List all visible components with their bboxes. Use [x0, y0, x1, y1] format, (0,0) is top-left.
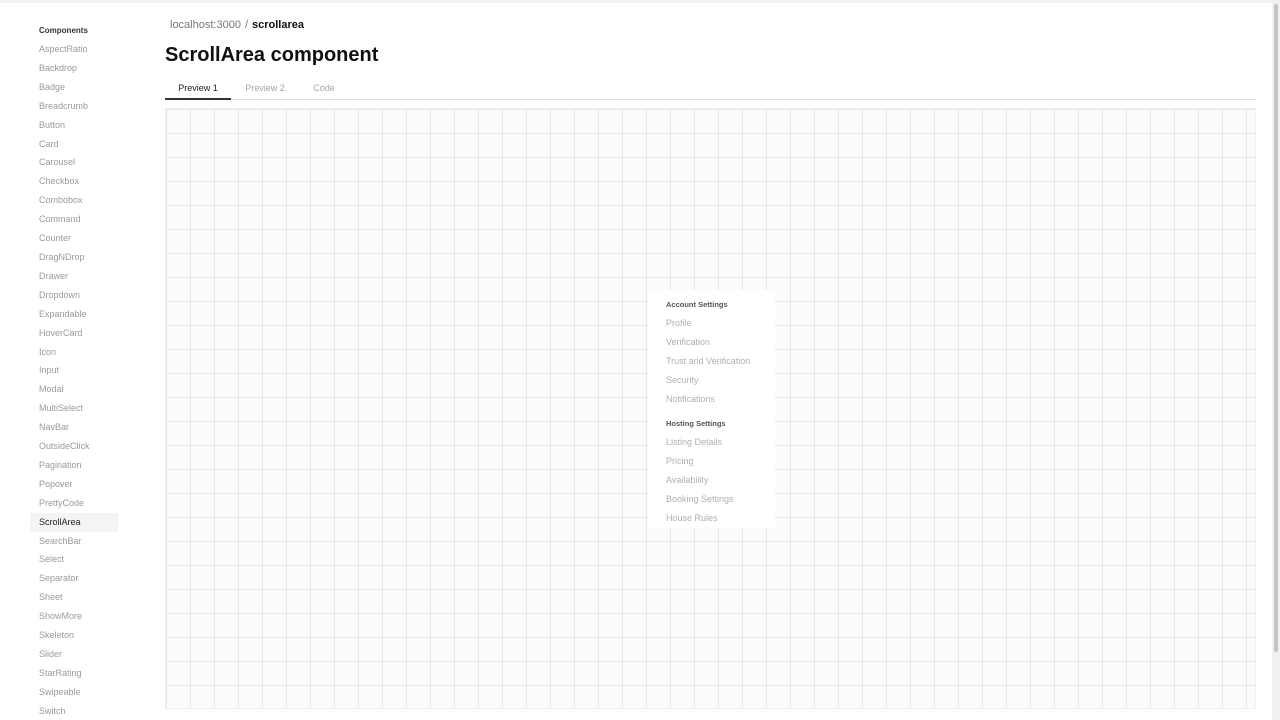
- sidebar-item-modal[interactable]: Modal: [30, 380, 118, 399]
- sidebar-item-icon[interactable]: Icon: [30, 343, 118, 362]
- sidebar-item-slider[interactable]: Slider: [30, 645, 118, 664]
- sidebar-item-separator[interactable]: Separator: [30, 569, 118, 588]
- sidebar-item-navbar[interactable]: NavBar: [30, 418, 118, 437]
- page-scrollbar[interactable]: [1272, 0, 1280, 720]
- menu-item-verification[interactable]: Verification: [648, 333, 775, 352]
- sidebar-item-checkbox[interactable]: Checkbox: [30, 172, 118, 191]
- sidebar-item-prettycode[interactable]: PrettyCode: [30, 494, 118, 513]
- sidebar-item-aspectratio[interactable]: AspectRatio: [30, 40, 118, 59]
- sidebar-item-showmore[interactable]: ShowMore: [30, 607, 118, 626]
- sidebar-item-hovercard[interactable]: HoverCard: [30, 324, 118, 343]
- breadcrumb-root[interactable]: localhost:3000: [170, 19, 241, 31]
- tab-preview-1[interactable]: Preview 1: [165, 80, 231, 100]
- menu-item-notifications[interactable]: Notifications: [648, 390, 775, 409]
- sidebar: Components AspectRatio Backdrop Badge Bread…: [30, 22, 118, 720]
- sidebar-item-swipeable[interactable]: Swipeable: [30, 683, 118, 702]
- sidebar-item-dropdown[interactable]: Dropdown: [30, 286, 118, 305]
- sidebar-item-counter[interactable]: Counter: [30, 229, 118, 248]
- sidebar-item-drawer[interactable]: Drawer: [30, 267, 118, 286]
- sidebar-item-searchbar[interactable]: SearchBar: [30, 532, 118, 551]
- page-title: ScrollArea component: [165, 44, 379, 66]
- sidebar-item-starrating[interactable]: StarRating: [30, 664, 118, 683]
- menu-item-security[interactable]: Security: [648, 371, 775, 390]
- sidebar-item-popover[interactable]: Popover: [30, 475, 118, 494]
- menu-item-pricing[interactable]: Pricing: [648, 452, 775, 471]
- breadcrumb-separator: /: [244, 19, 249, 31]
- sidebar-item-scrollarea[interactable]: ScrollArea: [30, 512, 118, 532]
- sidebar-item-command[interactable]: Command: [30, 210, 118, 229]
- sidebar-item-expandable[interactable]: Expandable: [30, 305, 118, 324]
- sidebar-item-select[interactable]: Select: [30, 550, 118, 569]
- sidebar-item-card[interactable]: Card: [30, 135, 118, 154]
- menu-item-listing-details[interactable]: Listing Details: [648, 433, 775, 452]
- scroll-area[interactable]: Account Settings Profile Verification Tr…: [648, 290, 775, 528]
- tab-bar: Preview 1 Preview 2 Code: [165, 80, 1256, 100]
- sidebar-item-backdrop[interactable]: Backdrop: [30, 59, 118, 78]
- sidebar-item-carousel[interactable]: Carousel: [30, 153, 118, 172]
- sidebar-item-switch[interactable]: Switch: [30, 702, 118, 720]
- sidebar-item-multiselect[interactable]: MultiSelect: [30, 399, 118, 418]
- sidebar-item-breadcrumb[interactable]: Breadcrumb: [30, 97, 118, 116]
- page-scrollbar-thumb[interactable]: [1274, 4, 1278, 652]
- group-heading-account-settings: Account Settings: [666, 300, 728, 309]
- sidebar-item-button[interactable]: Button: [30, 116, 118, 135]
- sidebar-item-skeleton[interactable]: Skeleton: [30, 626, 118, 645]
- sidebar-item-sheet[interactable]: Sheet: [30, 588, 118, 607]
- menu-item-booking-settings[interactable]: Booking Settings: [648, 490, 775, 509]
- sidebar-item-dragndrop[interactable]: DragNDrop: [30, 248, 118, 267]
- sidebar-list: AspectRatio Backdrop Badge Breadcrumb Button…: [30, 40, 118, 720]
- top-border: [0, 0, 1280, 3]
- breadcrumb-current: scrollarea: [252, 19, 304, 31]
- menu-item-availability[interactable]: Availability: [648, 471, 775, 490]
- sidebar-item-combobox[interactable]: Combobox: [30, 191, 118, 210]
- group-heading-hosting-settings: Hosting Settings: [666, 419, 726, 429]
- menu-item-profile[interactable]: Profile: [648, 314, 775, 333]
- sidebar-heading: Components: [39, 26, 88, 35]
- breadcrumb: localhost:3000/scrollarea: [170, 19, 304, 31]
- tab-code[interactable]: Code: [299, 80, 349, 100]
- sidebar-item-outsideclick[interactable]: OutsideClick: [30, 437, 118, 456]
- sidebar-item-input[interactable]: Input: [30, 361, 118, 380]
- menu-item-house-rules[interactable]: House Rules: [648, 509, 775, 528]
- sidebar-item-badge[interactable]: Badge: [30, 78, 118, 97]
- menu-item-trust-and-verification[interactable]: Trust and Verification: [648, 352, 775, 371]
- sidebar-item-pagination[interactable]: Pagination: [30, 456, 118, 475]
- tab-preview-2[interactable]: Preview 2: [232, 80, 298, 100]
